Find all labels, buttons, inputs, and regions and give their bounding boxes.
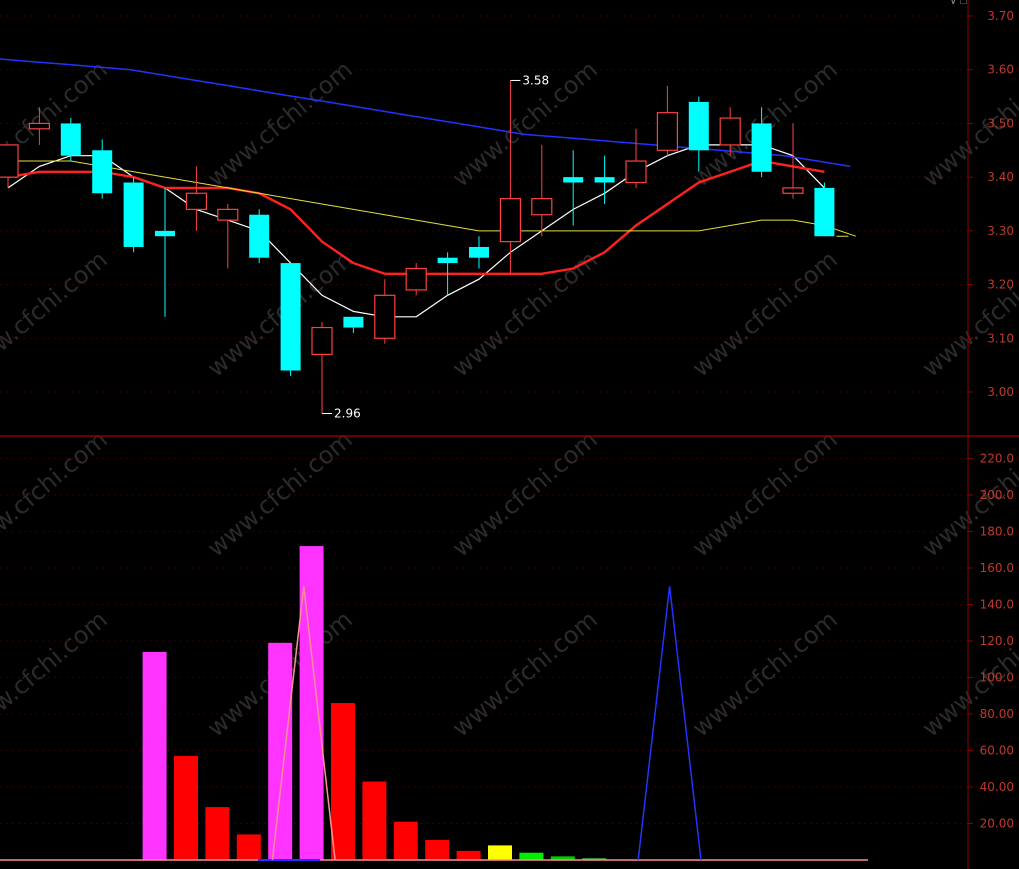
- candle-body: [92, 150, 113, 194]
- indicator-bar: [393, 821, 418, 860]
- candle: [782, 123, 804, 199]
- price-tick-label: 3.20: [987, 278, 1014, 292]
- price-tick-label: 3.50: [987, 116, 1014, 130]
- indicator-tick-label: 80.00: [980, 707, 1014, 721]
- indicator-tick-label: 40.00: [980, 780, 1014, 794]
- price-tick-label: 3.30: [987, 224, 1014, 238]
- window-controls[interactable]: ∨ □: [949, 0, 967, 7]
- candle: [343, 316, 364, 333]
- candle-body: [563, 177, 584, 183]
- indicator-tick-label: 180.0: [980, 525, 1014, 539]
- candle-body: [437, 257, 458, 264]
- candle: [311, 322, 333, 414]
- annotation-label: 2.96: [334, 406, 361, 420]
- window-icon[interactable]: □: [960, 0, 967, 7]
- candle-body: [531, 198, 553, 216]
- candle: [185, 166, 207, 231]
- candle-body: [0, 144, 19, 178]
- candle-body: [405, 267, 427, 291]
- watermark-text: www.cfchi.com: [202, 245, 358, 382]
- watermark-text: www.cfchi.com: [447, 425, 603, 562]
- candle-body: [688, 101, 709, 151]
- indicator-tick-label: 60.00: [980, 744, 1014, 758]
- indicator-bar: [205, 807, 230, 860]
- candle-body: [814, 187, 835, 237]
- watermark-layer: www.cfchi.com www.cfchi.com www.cfchi.com w…: [0, 55, 1019, 742]
- watermark-text: www.cfchi.com: [687, 245, 843, 382]
- candle-body: [185, 192, 207, 210]
- chevron-down-icon[interactable]: ∨: [949, 0, 957, 7]
- watermark-text: www.cfchi.com: [0, 425, 113, 562]
- candle-body: [343, 316, 364, 328]
- indicator-bar: [362, 781, 387, 860]
- candle-body: [625, 160, 647, 184]
- candle: [92, 139, 113, 199]
- candle: [469, 236, 489, 269]
- indicator-bar: [331, 703, 355, 860]
- candle-body: [155, 230, 175, 237]
- candle-body: [28, 122, 50, 130]
- candle-body: [60, 123, 81, 156]
- candle: [155, 187, 175, 317]
- candle: [217, 204, 239, 269]
- candle: [249, 209, 270, 264]
- candle-body: [782, 187, 804, 194]
- indicator-bar: [488, 845, 512, 860]
- chart-canvas: www.cfchi.com www.cfchi.com www.cfchi.com w…: [0, 0, 1019, 869]
- indicator-tick-label: 100.0: [980, 671, 1014, 685]
- candle: [123, 177, 144, 253]
- candle-body: [311, 326, 333, 355]
- candle: [374, 279, 396, 344]
- watermark-text: www.cfchi.com: [0, 605, 113, 742]
- price-tick-label: 3.70: [987, 9, 1014, 23]
- watermark-text: www.cfchi.com: [687, 425, 843, 562]
- indicator-tick-label: 120.0: [980, 634, 1014, 648]
- candle-body: [719, 117, 741, 146]
- indicator-bar: [174, 755, 198, 860]
- candle-body: [217, 208, 239, 221]
- indicator-tick-label: 20.00: [980, 817, 1014, 831]
- candle-body: [280, 263, 301, 371]
- watermark-text: www.cfchi.com: [447, 605, 603, 742]
- candle: [656, 85, 679, 156]
- candle: [405, 263, 427, 296]
- candle-body: [249, 214, 270, 258]
- candle: [814, 182, 835, 237]
- candle-body: [656, 112, 679, 151]
- indicator-bar: [456, 850, 481, 860]
- price-tick-label: 3.60: [987, 63, 1014, 77]
- indicator-tick-label: 220.0: [980, 452, 1014, 466]
- candle: [280, 263, 301, 376]
- indicator-tick-label: 200.0: [980, 488, 1014, 502]
- candle-body: [469, 246, 489, 258]
- indicator-bar: [142, 651, 167, 860]
- indicator-bar: [268, 642, 293, 860]
- watermark-text: www.cfchi.com: [687, 605, 843, 742]
- candle-body: [499, 198, 521, 243]
- indicator-tick-label: 140.0: [980, 598, 1014, 612]
- watermark-text: www.cfchi.com: [0, 245, 113, 382]
- candle-body: [594, 177, 615, 183]
- candle: [60, 118, 81, 162]
- indicator-tick-label: 160.0: [980, 561, 1014, 575]
- watermark-text: www.cfchi.com: [202, 425, 358, 562]
- candle-body: [751, 123, 772, 172]
- indicator-bar: [425, 839, 450, 860]
- price-tick-label: 3.40: [987, 170, 1014, 184]
- price-tick-label: 3.00: [987, 385, 1014, 399]
- candle: [625, 128, 647, 188]
- candle: [531, 144, 553, 237]
- indicator-bar: [236, 834, 261, 860]
- candle: [0, 144, 19, 188]
- annotation-label: 3.58: [522, 73, 549, 87]
- watermark-text: www.cfchi.com: [202, 55, 358, 192]
- candle-body: [374, 294, 396, 339]
- candle-body: [123, 182, 144, 247]
- price-tick-label: 3.10: [987, 331, 1014, 345]
- indicator-bar: [519, 852, 544, 860]
- ma60-line: [0, 58, 851, 168]
